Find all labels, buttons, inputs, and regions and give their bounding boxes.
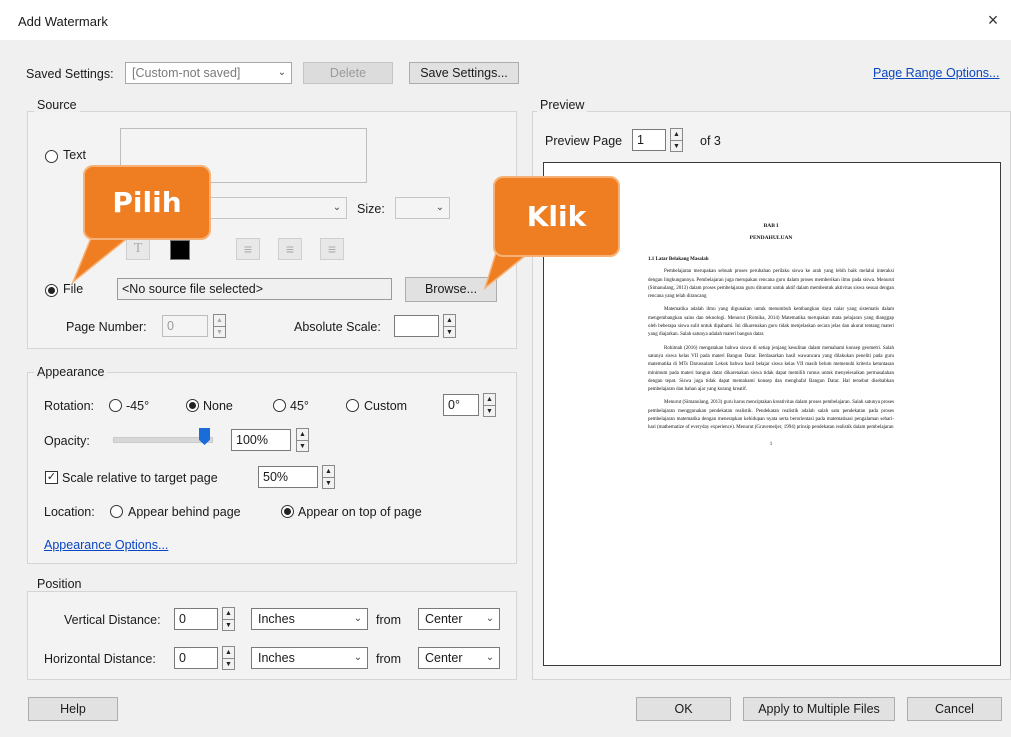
chevron-down-icon: ⌄ [332,202,342,213]
rotation-minus45-radio[interactable] [109,399,122,412]
scale-stepper[interactable]: ▲ ▼ [322,465,335,489]
vertical-from-value: Center [425,612,463,626]
location-behind-radio[interactable] [110,505,123,518]
horizontal-from-value: Center [425,651,463,665]
absolute-scale-field[interactable] [394,315,439,337]
doc-paragraph: Pembelajaran merupakan sebuah proses per… [648,269,894,300]
rotation-45-label: 45° [290,399,309,413]
rotation-label: Rotation: [44,399,95,413]
horizontal-from-label: from [376,652,401,666]
scale-field[interactable]: 50% [258,466,318,488]
chevron-down-icon: ⌄ [277,67,287,78]
rotation-custom-stepper[interactable]: ▲ ▼ [483,393,496,417]
chevron-down-icon: ⌄ [485,613,495,624]
source-group-title: Source [34,98,80,112]
horizontal-unit-value: Inches [258,651,295,665]
add-watermark-dialog: Add Watermark × Saved Settings: [Custom-… [0,0,1011,737]
close-icon[interactable]: × [981,8,1005,32]
doc-paragraph: Menurut (Simanulang, 2013) guru harus me… [648,400,894,431]
horizontal-from-select[interactable]: Center ⌄ [418,647,500,669]
opacity-field[interactable]: 100% [231,429,291,451]
doc-page-number: 1 [769,441,773,447]
size-label: Size: [357,202,385,216]
size-select[interactable]: ⌄ [395,197,450,219]
location-label: Location: [44,505,95,519]
doc-paragraph: Rohimah (2016) mengatakan bahwa siswa di… [648,345,894,393]
opacity-slider-track[interactable] [113,437,213,443]
preview-group-title: Preview [537,98,588,112]
delete-button[interactable]: Delete [303,62,393,84]
align-center-icon[interactable]: ≡ [278,238,302,260]
rotation-custom-radio[interactable] [346,399,359,412]
help-button[interactable]: Help [28,697,118,721]
preview-page-label: Preview Page [545,134,623,148]
dialog-title: Add Watermark [18,14,108,29]
scale-relative-checkbox[interactable]: ✓ [45,471,58,484]
scale-relative-label: Scale relative to target page [62,471,218,485]
appearance-group-title: Appearance [34,365,108,379]
vertical-from-select[interactable]: Center ⌄ [418,608,500,630]
preview-document-page: BAB I PENDAHULUAN 1.1 Latar Belakang Mas… [648,223,894,454]
vertical-unit-select[interactable]: Inches ⌄ [251,608,368,630]
chevron-down-icon: ⌄ [485,652,495,663]
saved-settings-value: [Custom-not saved] [132,66,241,80]
vertical-from-label: from [376,613,401,627]
rotation-none-radio[interactable] [186,399,199,412]
preview-page-stepper[interactable]: ▲ ▼ [670,128,683,152]
location-behind-label: Appear behind page [128,505,241,519]
saved-settings-label: Saved Settings: [26,67,114,81]
vertical-unit-value: Inches [258,612,295,626]
align-right-icon[interactable]: ≡ [320,238,344,260]
cancel-button[interactable]: Cancel [907,697,1002,721]
page-number-field[interactable]: 0 [162,315,208,337]
horizontal-unit-select[interactable]: Inches ⌄ [251,647,368,669]
doc-paragraph: Matematika adalah ilmu yang digunakan un… [648,307,894,338]
rotation-minus45-label: -45° [126,399,150,413]
vertical-distance-field[interactable]: 0 [174,608,218,630]
appearance-options-link[interactable]: Appearance Options... [44,538,168,552]
rotation-45-radio[interactable] [273,399,286,412]
doc-section-heading: 1.1 Latar Belakang Masalah [648,257,709,262]
opacity-label: Opacity: [44,434,90,448]
title-bar: Add Watermark × [0,0,1011,40]
apply-to-multiple-files-button[interactable]: Apply to Multiple Files [743,697,895,721]
saved-settings-select[interactable]: [Custom-not saved] ⌄ [125,62,292,84]
position-group-title: Position [34,577,85,591]
location-top-radio[interactable] [281,505,294,518]
chevron-down-icon: ⌄ [435,202,445,213]
page-number-stepper[interactable]: ▲ ▼ [213,314,226,338]
preview-page-count: of 3 [700,134,721,148]
chevron-down-icon: ⌄ [353,652,363,663]
save-settings-button[interactable]: Save Settings... [409,62,519,84]
preview-page-field[interactable]: 1 [632,129,666,151]
doc-chapter-number: BAB I [763,223,779,229]
rotation-custom-label: Custom [364,399,408,413]
rotation-none-label: None [203,399,233,413]
absolute-scale-stepper[interactable]: ▲ ▼ [443,314,456,338]
horizontal-distance-stepper[interactable]: ▲ ▼ [222,646,235,670]
chevron-down-icon: ⌄ [353,613,363,624]
location-top-label: Appear on top of page [298,505,422,519]
horizontal-distance-field[interactable]: 0 [174,647,218,669]
pilih-callout: Pilih [83,165,211,240]
ok-button[interactable]: OK [636,697,731,721]
horizontal-distance-label: Horizontal Distance: [44,652,156,666]
opacity-stepper[interactable]: ▲ ▼ [296,428,309,452]
vertical-distance-stepper[interactable]: ▲ ▼ [222,607,235,631]
absolute-scale-label: Absolute Scale: [294,320,381,334]
page-number-label: Page Number: [66,320,147,334]
page-range-options-link[interactable]: Page Range Options... [873,66,999,80]
vertical-distance-label: Vertical Distance: [64,613,161,627]
doc-chapter-title: PENDAHULUAN [749,235,793,241]
rotation-custom-field[interactable]: 0° [443,394,479,416]
klik-callout: Klik [493,176,620,257]
